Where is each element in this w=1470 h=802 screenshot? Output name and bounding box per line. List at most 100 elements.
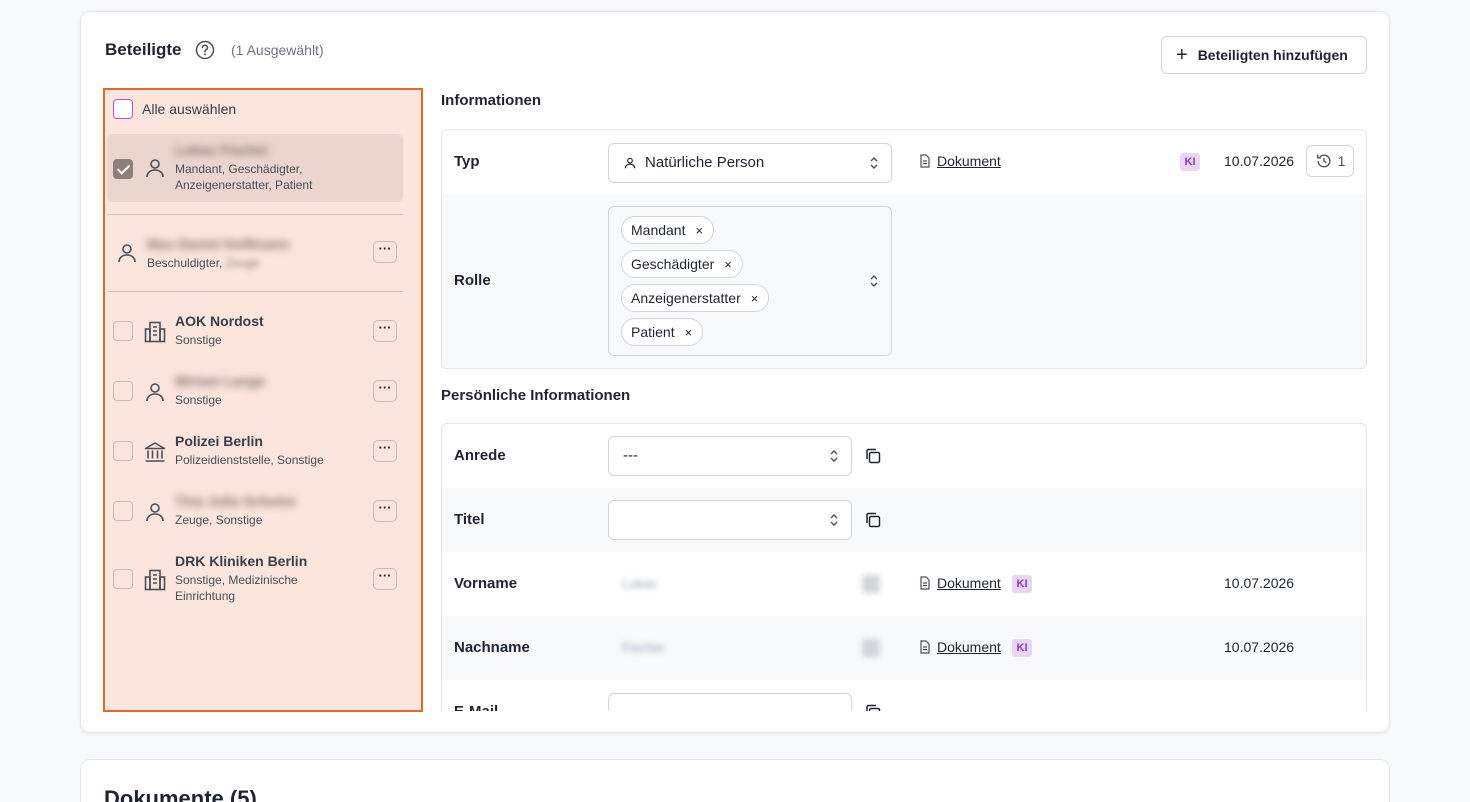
copy-icon[interactable] <box>864 703 882 711</box>
rolle-multiselect[interactable]: Mandant × Geschädigter × Anzeigenerstatter… <box>608 206 892 356</box>
close-icon[interactable]: × <box>751 291 759 306</box>
person-icon <box>146 383 164 402</box>
chip-label: Anzeigenerstatter <box>631 290 741 306</box>
copy-icon[interactable] <box>862 639 880 657</box>
date-value: 10.07.2026 <box>1224 153 1295 169</box>
item-roles: Sonstige <box>175 393 222 407</box>
more-button[interactable]: ··· <box>373 380 397 402</box>
chip-label: Patient <box>631 324 675 340</box>
typ-select[interactable]: Natürliche Person <box>608 143 892 183</box>
more-button[interactable]: ··· <box>373 500 397 522</box>
copy-icon[interactable] <box>864 511 882 529</box>
document-link[interactable]: Dokument <box>918 153 1001 169</box>
info-panel: Typ Natürliche Person Dokument KI 10.07.… <box>441 129 1367 369</box>
participants-card: Beteiligte (1 Ausgewählt) + Beteiligten … <box>80 11 1390 733</box>
typ-row: Typ Natürliche Person Dokument KI 10.07.… <box>442 130 1366 194</box>
item-name: Miriam Lange <box>175 373 266 389</box>
divider <box>107 291 403 292</box>
item-name: Max Daniel Hoffmann <box>147 236 290 252</box>
anrede-select[interactable]: --- <box>608 436 852 476</box>
item-roles: Beschuldigter, Zeuge <box>147 256 260 270</box>
role-chip-geschaedigter[interactable]: Geschädigter × <box>621 250 743 278</box>
list-item[interactable]: DRK Kliniken Berlin Sonstige, Medizinisc… <box>107 552 403 608</box>
list-item[interactable]: Polizei Berlin Polizeidienststelle, Sons… <box>107 432 403 472</box>
item-checkbox[interactable] <box>113 569 133 589</box>
select-all-label: Alle auswählen <box>142 101 237 117</box>
list-item[interactable]: Lukas Fischer Mandant, Geschädigter, Anz… <box>107 134 403 202</box>
more-button[interactable]: ··· <box>373 241 397 263</box>
more-button[interactable]: ··· <box>373 568 397 590</box>
anrede-label: Anrede <box>454 447 506 464</box>
documents-title: Dokumente (5) <box>104 786 257 802</box>
chevron-updown-icon <box>830 450 838 462</box>
role-chip-patient[interactable]: Patient × <box>621 318 704 346</box>
document-link-label: Dokument <box>937 153 1001 169</box>
vorname-row: Vorname Lukas Dokument KI 10.07.2026 <box>442 552 1366 616</box>
building-icon <box>144 569 166 591</box>
help-icon[interactable] <box>195 40 215 60</box>
document-link[interactable]: Dokument <box>918 639 1001 655</box>
document-link-label: Dokument <box>937 575 1001 591</box>
titel-label: Titel <box>454 511 485 528</box>
history-button[interactable]: 1 <box>1306 145 1354 177</box>
more-button[interactable]: ··· <box>373 440 397 462</box>
item-name: Polizei Berlin <box>175 433 263 449</box>
item-name: Tina Julia Schulze <box>175 493 297 509</box>
person-icon <box>146 503 164 522</box>
history-count: 1 <box>1337 153 1346 169</box>
document-link-label: Dokument <box>937 639 1001 655</box>
item-checkbox[interactable] <box>113 441 133 461</box>
document-link[interactable]: Dokument <box>918 575 1001 591</box>
rolle-row: Rolle Mandant × Geschädigter × Anzeigeners… <box>442 194 1366 368</box>
chip-label: Geschädigter <box>631 256 715 272</box>
role-chip-anzeigenerstatter[interactable]: Anzeigenerstatter × <box>621 284 770 312</box>
copy-icon[interactable] <box>864 447 882 465</box>
titel-select[interactable] <box>608 500 852 540</box>
item-checkbox[interactable] <box>113 501 133 521</box>
document-icon <box>920 640 930 654</box>
personal-panel: Anrede --- Titel Vorname Lukas Dokument … <box>441 423 1367 711</box>
role-chip-mandant[interactable]: Mandant × <box>621 216 715 244</box>
date-value: 10.07.2026 <box>1224 639 1295 655</box>
chevron-updown-icon <box>870 275 878 287</box>
item-name: AOK Nordost <box>175 313 264 329</box>
add-participant-button[interactable]: + Beteiligten hinzufügen <box>1161 36 1367 74</box>
select-all[interactable]: Alle auswählen <box>113 99 236 119</box>
item-name: Lukas Fischer <box>175 142 270 158</box>
date-value: 10.07.2026 <box>1224 575 1295 591</box>
person-icon <box>146 159 164 178</box>
close-icon[interactable]: × <box>724 257 732 272</box>
copy-icon[interactable] <box>862 575 880 593</box>
anrede-row: Anrede --- <box>442 424 1366 488</box>
close-icon[interactable]: × <box>695 223 703 238</box>
list-item[interactable]: Miriam Lange Sonstige ··· <box>107 372 403 412</box>
document-icon <box>920 576 930 590</box>
chevron-updown-icon <box>870 157 878 169</box>
list-item[interactable]: Max Daniel Hoffmann Beschuldigter, Zeuge… <box>107 230 403 274</box>
rolle-label: Rolle <box>454 272 491 289</box>
item-checkbox[interactable] <box>113 381 133 401</box>
more-button[interactable]: ··· <box>373 320 397 342</box>
item-roles: Zeuge, Sonstige <box>175 513 263 527</box>
email-input[interactable] <box>608 693 852 711</box>
close-icon[interactable]: × <box>685 325 693 340</box>
item-roles: Sonstige <box>175 333 222 347</box>
item-checkbox[interactable] <box>113 159 133 179</box>
institution-icon <box>144 442 166 462</box>
divider <box>107 214 403 215</box>
list-item[interactable]: Tina Julia Schulze Zeuge, Sonstige ··· <box>107 492 403 532</box>
info-section-title: Informationen <box>441 92 541 109</box>
vorname-value[interactable]: Lukas <box>622 576 657 591</box>
building-icon <box>144 321 166 343</box>
item-checkbox[interactable] <box>113 321 133 341</box>
vorname-label: Vorname <box>454 575 518 592</box>
email-row: E-Mail <box>442 680 1366 711</box>
item-name: DRK Kliniken Berlin <box>175 553 308 569</box>
add-participant-label: Beteiligten hinzufügen <box>1197 47 1348 63</box>
participant-list: Alle auswählen Lukas Fischer Mandant, Ge… <box>103 88 423 712</box>
anrede-value: --- <box>623 447 638 464</box>
list-item[interactable]: AOK Nordost Sonstige ··· <box>107 312 403 352</box>
documents-card: Dokumente (5) <box>80 759 1390 802</box>
nachname-value[interactable]: Fischer <box>622 640 665 655</box>
select-all-checkbox[interactable] <box>113 99 133 119</box>
